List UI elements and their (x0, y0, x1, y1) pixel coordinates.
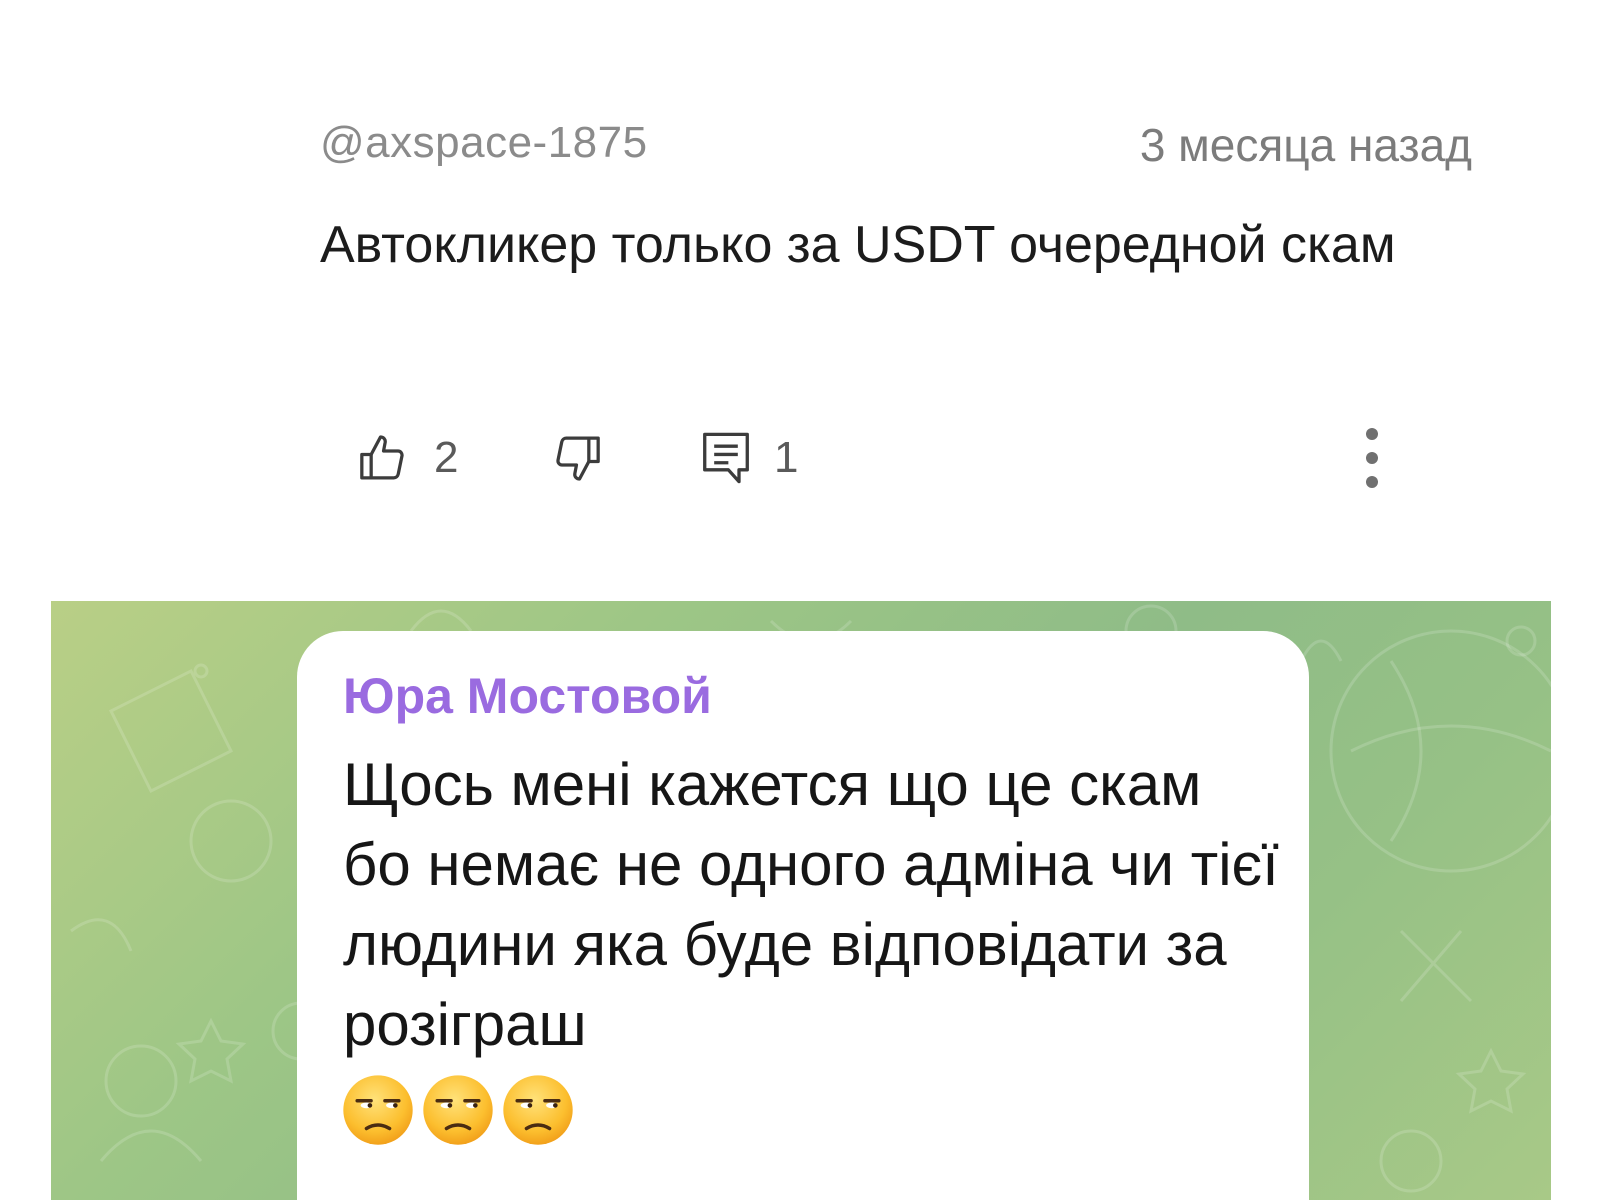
unamused-face-emoji-icon (503, 1075, 573, 1145)
message-text: Щось мені кажется що це скам бо немає не… (343, 751, 1279, 1058)
reply-button[interactable]: 1 (700, 418, 798, 498)
more-vertical-icon (1366, 428, 1378, 488)
like-count: 2 (434, 433, 459, 482)
message-bubble[interactable]: Юра Мостовой Щось мені кажется що це ска… (297, 631, 1309, 1200)
thumbs-up-icon (360, 435, 404, 480)
comment-actions: 2 1 (320, 418, 1472, 498)
message-emojis (341, 1073, 581, 1147)
more-options-button[interactable] (1360, 418, 1384, 498)
thumbs-down-icon (556, 436, 600, 481)
comment-author[interactable]: @axspace-1875 (320, 118, 648, 168)
reply-count: 1 (774, 433, 799, 482)
message-sender[interactable]: Юра Мостовой (343, 667, 712, 725)
unamused-face-emoji-icon (423, 1075, 493, 1145)
youtube-comment: @axspace-1875 3 месяца назад Автокликер … (320, 118, 1472, 488)
like-button[interactable]: 2 (356, 418, 458, 498)
comment-header: @axspace-1875 3 месяца назад (320, 118, 1472, 178)
unamused-face-emoji-icon (343, 1075, 413, 1145)
reply-comment-icon (703, 432, 749, 484)
comment-text: Автокликер только за USDT очередной скам (320, 216, 1396, 274)
dislike-button[interactable] (548, 418, 604, 498)
telegram-chat: Юра Мостовой Щось мені кажется що це ска… (51, 601, 1551, 1200)
comment-timestamp: 3 месяца назад (1139, 119, 1472, 171)
screenshot: @axspace-1875 3 месяца назад Автокликер … (0, 0, 1600, 1200)
